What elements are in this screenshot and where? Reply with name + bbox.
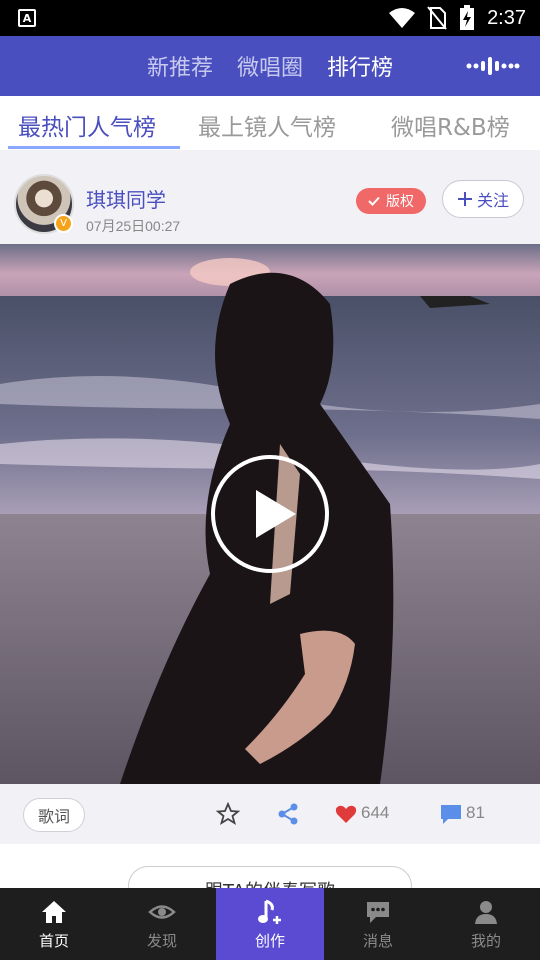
status-bar: A 2:37 [0,0,540,36]
post-footer: 跟TA的伴奏写歌 [0,844,540,906]
tab-new-recommend[interactable]: 新推荐 [147,50,213,82]
subtab-rnb[interactable]: 微唱R&B榜 [391,108,510,142]
bottom-nav-label: 创作 [254,931,285,950]
post-time: 07月25日00:27 [86,218,181,234]
comment-count: 81 [466,803,485,822]
user-icon [475,900,497,924]
like-count: 644 [361,803,390,822]
follow-button[interactable]: 关注 [442,180,524,218]
bottom-nav-label: 我的 [470,931,501,950]
subtab-hottest[interactable]: 最热门人气榜 [18,108,156,142]
bottom-nav-profile[interactable]: 我的 [432,888,540,960]
play-icon[interactable] [210,454,330,574]
ranking-subtabs: 最热门人气榜 最上镜人气榜 微唱R&B榜 [0,96,540,150]
copyright-badge: 版权 [356,188,426,214]
home-icon [42,900,66,923]
top-nav: 新推荐 微唱圈 排行榜 [0,36,540,96]
share-icon[interactable] [276,802,300,826]
bottom-nav-label: 消息 [362,931,393,950]
battery-charging-icon [460,5,475,30]
no-sim-icon [427,6,447,30]
comment-icon[interactable] [439,802,463,826]
clock: 2:37 [487,6,526,29]
bottom-nav-label: 发现 [146,931,177,950]
tab-sing-circle[interactable]: 微唱圈 [237,50,303,82]
heart-icon[interactable] [334,802,358,826]
post-header: V 琪琪同学 07月25日00:27 版权 关注 [0,160,540,244]
plus-icon [457,192,472,206]
star-icon[interactable] [216,802,240,826]
bottom-nav-create[interactable]: 创作 [216,888,324,960]
app-notification-icon: A [18,9,36,27]
sound-wave-icon[interactable] [466,54,520,78]
bottom-nav-discover[interactable]: 发现 [108,888,216,960]
bottom-nav-messages[interactable]: 消息 [324,888,432,960]
post-video-cover[interactable] [0,244,540,784]
music-note-plus-icon [258,899,281,924]
bottom-nav: 首页 发现 创作 消息 我的 [0,888,540,960]
subtab-most-photogenic[interactable]: 最上镜人气榜 [198,108,336,142]
copyright-label: 版权 [386,194,414,210]
bottom-nav-label: 首页 [38,931,69,950]
check-icon [368,196,380,206]
eye-icon [148,904,176,919]
post-actions: 歌词 644 81 [0,784,540,844]
message-icon [367,901,389,923]
active-tab-indicator [8,146,180,149]
bottom-nav-home[interactable]: 首页 [0,888,108,960]
username[interactable]: 琪琪同学 [86,184,166,213]
follow-label: 关注 [476,191,509,210]
verified-badge: V [54,214,73,233]
tab-ranking[interactable]: 排行榜 [327,50,393,82]
wifi-icon [389,8,416,28]
lyrics-button[interactable]: 歌词 [23,798,85,832]
